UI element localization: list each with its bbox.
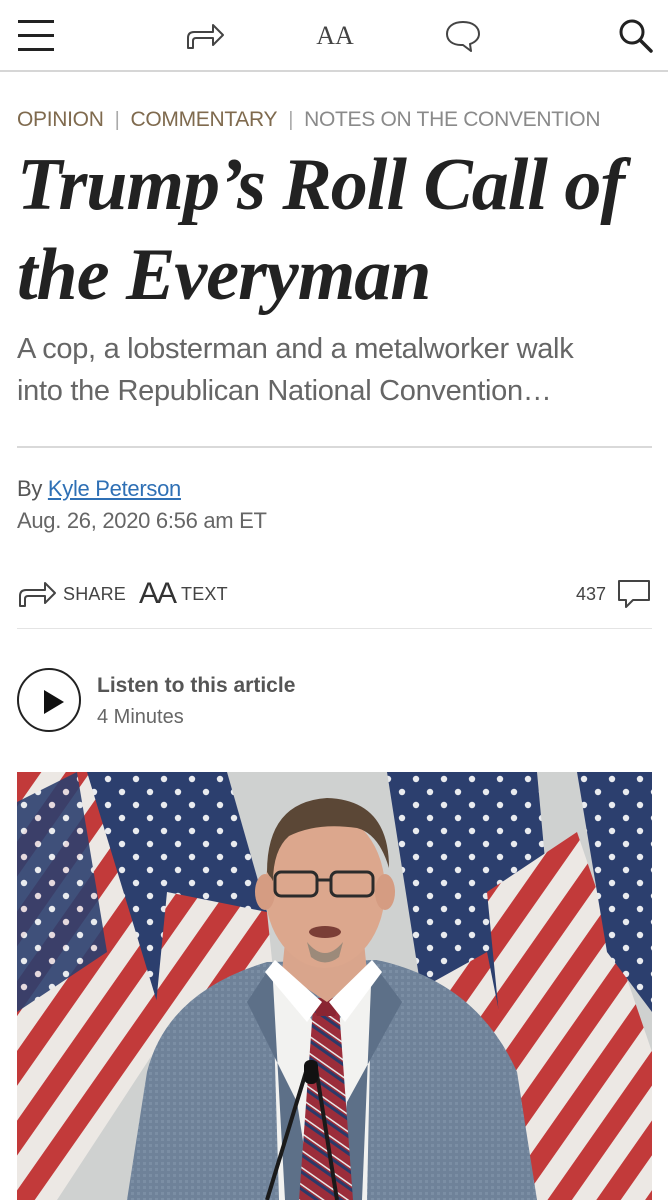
comments-button[interactable]: 437 (576, 572, 652, 616)
byline-prefix: By (17, 476, 43, 501)
comments-button-top[interactable] (438, 14, 488, 58)
publish-date: Aug. 26, 2020 6:56 am ET (17, 508, 267, 533)
comment-icon (618, 580, 650, 608)
share-icon (19, 582, 56, 607)
top-navigation-bar: AA (0, 0, 668, 72)
audio-title: Listen to this article (97, 674, 296, 697)
author-link[interactable]: Kyle Peterson (48, 476, 181, 501)
divider (17, 628, 652, 629)
breadcrumb-commentary[interactable]: COMMENTARY (130, 108, 277, 132)
dek-line-1: A cop, a lobsterman and a metalworker wa… (17, 333, 574, 365)
article-photo (17, 772, 652, 1200)
share-label: SHARE (63, 583, 127, 604)
share-icon (187, 24, 224, 49)
search-button[interactable] (612, 14, 660, 58)
breadcrumb-notes-on-the-convention[interactable]: NOTES ON THE CONVENTION (304, 108, 600, 132)
play-icon (44, 690, 64, 714)
play-button[interactable] (17, 668, 81, 732)
headline-line-1: Trump’s Roll Call of (17, 144, 625, 226)
article-dek: A cop, a lobsterman and a metalworker wa… (17, 328, 657, 412)
share-button-top[interactable] (180, 14, 230, 58)
menu-icon (18, 20, 54, 51)
text-size-button-top[interactable]: AA (310, 14, 360, 58)
audio-player: Listen to this article 4 Minutes (17, 668, 652, 734)
menu-button[interactable] (12, 14, 60, 58)
article-toolbar: SHARE AA TEXT 437 (17, 572, 652, 616)
breadcrumb-separator: | (114, 108, 120, 131)
speaker-at-podium-image (17, 772, 652, 1200)
article-headline: Trump’s Roll Call of the Everyman (17, 140, 657, 320)
byline: By Kyle Peterson (17, 476, 181, 502)
comment-count: 437 (575, 583, 606, 604)
breadcrumb-separator: | (288, 108, 294, 131)
share-button[interactable]: SHARE (17, 572, 126, 616)
headline-line-2: the Everyman (17, 234, 431, 316)
text-size-button[interactable]: AA TEXT (139, 572, 228, 616)
search-icon (619, 19, 653, 53)
text-label: TEXT (181, 583, 228, 604)
dek-line-2: into the Republican National Convention… (17, 375, 552, 407)
text-size-icon: AA (139, 577, 177, 610)
audio-duration: 4 Minutes (97, 706, 184, 728)
breadcrumb-opinion[interactable]: OPINION (17, 108, 104, 132)
divider (17, 446, 652, 448)
comment-icon (446, 21, 480, 52)
text-size-icon: AA (316, 21, 354, 50)
breadcrumb: OPINION | COMMENTARY | NOTES ON THE CONV… (17, 108, 601, 132)
